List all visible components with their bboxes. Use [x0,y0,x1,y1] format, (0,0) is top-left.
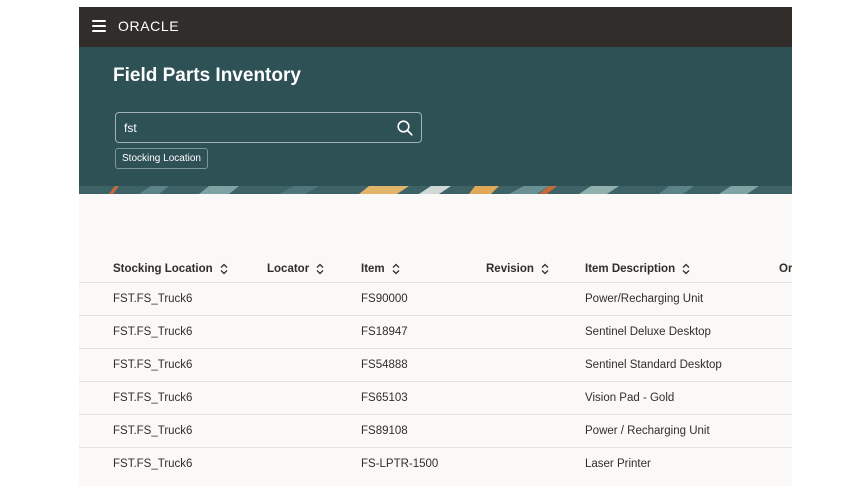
cell-item-description: Vision Pad - Gold [585,392,675,404]
cell-item-description: Power/Recharging Unit [585,293,704,305]
cell-stocking-location: FST.FS_Truck6 [113,293,193,305]
column-header-truncated[interactable]: Or [779,256,792,282]
cell-item-description: Power / Recharging Unit [585,425,710,437]
sort-arrows-icon[interactable] [541,263,549,275]
cell-stocking-location: FST.FS_Truck6 [113,392,193,404]
table-row[interactable]: FST.FS_Truck6 FS89108 Power / Recharging… [79,414,792,447]
cell-stocking-location: FST.FS_Truck6 [113,458,193,470]
table-row[interactable]: FST.FS_Truck6 FS65103 Vision Pad - Gold [79,381,792,414]
stocking-location-filter-chip[interactable]: Stocking Location [115,148,208,169]
oracle-logo: ORACLE [118,18,180,34]
column-header-stocking-location[interactable]: Stocking Location [113,256,228,282]
cell-item: FS90000 [361,293,408,305]
table-header-row: Stocking Location Locator Item Revision … [79,256,792,282]
cell-item: FS54888 [361,359,408,371]
table-row[interactable]: FST.FS_Truck6 FS54888 Sentinel Standard … [79,348,792,381]
cell-stocking-location: FST.FS_Truck6 [113,326,193,338]
cell-item: FS65103 [361,392,408,404]
app-window: ORACLE Field Parts Inventory Stocking Lo… [79,7,792,486]
table-row[interactable]: FST.FS_Truck6 FS-LPTR-1500 Laser Printer [79,447,792,480]
cell-item-description: Laser Printer [585,458,651,470]
table-row[interactable]: FST.FS_Truck6 FS90000 Power/Recharging U… [79,282,792,315]
sort-arrows-icon[interactable] [220,263,228,275]
cell-item-description: Sentinel Deluxe Desktop [585,326,711,338]
sort-arrows-icon[interactable] [682,263,690,275]
sort-arrows-icon[interactable] [392,263,400,275]
cell-item: FS18947 [361,326,408,338]
cell-stocking-location: FST.FS_Truck6 [113,425,193,437]
column-header-locator[interactable]: Locator [267,256,324,282]
cell-item: FS89108 [361,425,408,437]
cell-item-description: Sentinel Standard Desktop [585,359,722,371]
sort-arrows-icon[interactable] [316,263,324,275]
decorative-pattern-band [79,186,792,194]
cell-stocking-location: FST.FS_Truck6 [113,359,193,371]
table-row[interactable]: FST.FS_Truck6 FS18947 Sentinel Deluxe De… [79,315,792,348]
page-title: Field Parts Inventory [113,65,301,86]
search-icon[interactable] [396,119,414,137]
column-header-revision[interactable]: Revision [486,256,549,282]
hamburger-menu-icon[interactable] [92,20,106,32]
page-header-banner: Field Parts Inventory Stocking Location [79,47,792,194]
search-input[interactable] [116,113,386,142]
search-field[interactable] [115,112,422,143]
column-header-item-description[interactable]: Item Description [585,256,690,282]
top-navigation-bar: ORACLE [79,7,792,47]
cell-item: FS-LPTR-1500 [361,458,439,470]
inventory-table: Stocking Location Locator Item Revision … [79,194,792,486]
column-header-item[interactable]: Item [361,256,400,282]
